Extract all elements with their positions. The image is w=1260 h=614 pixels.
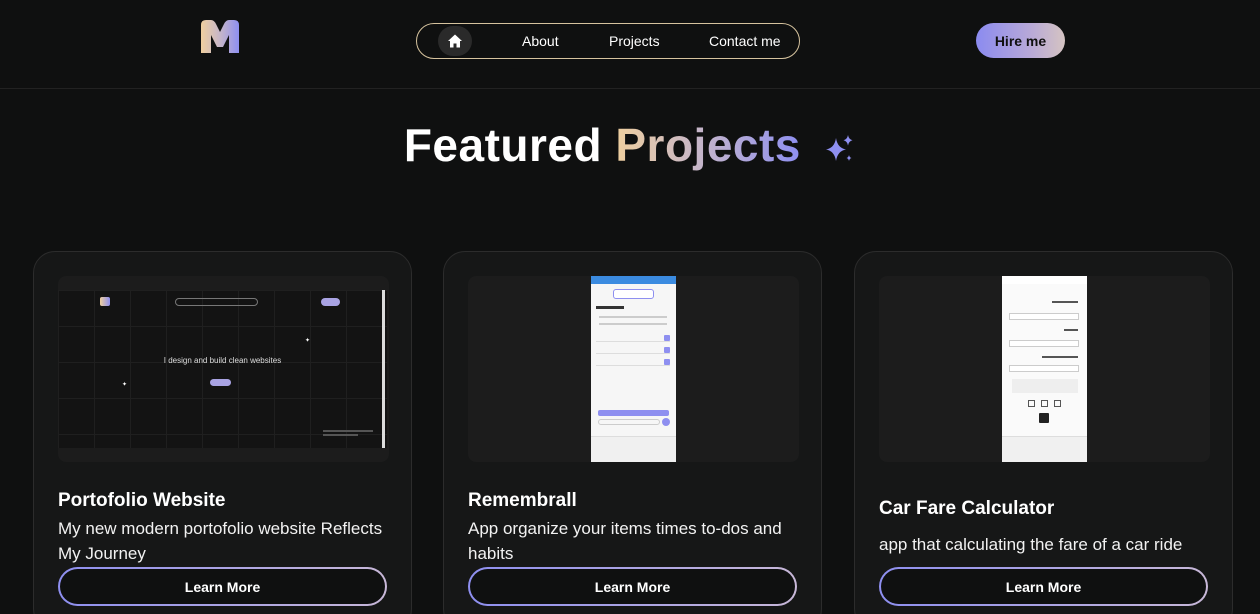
- browser-bar: [1002, 436, 1087, 462]
- learn-more-button[interactable]: Learn More: [468, 567, 797, 606]
- remembrall-phone-preview: [591, 276, 676, 462]
- mini-cta-button: [210, 379, 231, 386]
- section-title-plain: Featured: [403, 119, 603, 171]
- section-title-gradient: Projects: [615, 119, 801, 171]
- main-nav: About Projects Contact me: [416, 23, 800, 59]
- car-fare-phone-preview: [1002, 276, 1087, 462]
- list-item: [596, 334, 670, 342]
- checkbox: [1041, 400, 1048, 407]
- project-card-portfolio: I design and build clean websites ✦ ✦ Po…: [33, 251, 412, 614]
- nav-home-button[interactable]: [438, 26, 472, 56]
- project-description: App organize your items times to-dos and…: [468, 519, 782, 563]
- folks-heading: [596, 306, 624, 309]
- passengers-input: [1009, 365, 1079, 372]
- checkbox: [1054, 400, 1061, 407]
- field-label: [1052, 301, 1078, 303]
- add-item-bar: [598, 410, 669, 416]
- mini-hire-button: [321, 298, 340, 306]
- filter-row: [599, 316, 667, 318]
- nav-link-about[interactable]: About: [522, 24, 559, 58]
- mini-logo-icon: [100, 297, 110, 306]
- project-description: app that calculating the fare of a car r…: [879, 535, 1183, 554]
- learn-more-button[interactable]: Learn More: [879, 567, 1208, 606]
- status-bar: [591, 276, 676, 284]
- section-title: Featured Projects: [0, 118, 1260, 172]
- tab-switch: [613, 289, 654, 299]
- project-title: Remembrall: [468, 490, 577, 511]
- browser-bar: [591, 436, 676, 462]
- portfolio-preview: I design and build clean websites ✦ ✦: [58, 290, 387, 448]
- add-round-button: [662, 418, 670, 426]
- project-title: Car Fare Calculator: [879, 498, 1055, 519]
- star-icon: ✦: [122, 382, 128, 388]
- project-preview-image: [468, 276, 799, 462]
- project-title: Portofolio Website: [58, 490, 226, 511]
- status-bar: [1002, 276, 1087, 284]
- list-item: [596, 358, 670, 366]
- item-input: [598, 419, 660, 425]
- nav-link-projects[interactable]: Projects: [609, 24, 660, 58]
- hire-me-button[interactable]: Hire me: [976, 23, 1065, 58]
- checkbox: [1028, 400, 1035, 407]
- result-row: [1012, 379, 1078, 393]
- home-icon: [448, 34, 462, 48]
- fare-input: [1009, 313, 1079, 320]
- mini-subheading: [58, 368, 387, 372]
- star-icon: ✦: [305, 338, 311, 344]
- mini-heading: I design and build clean websites: [163, 356, 282, 365]
- site-header: About Projects Contact me Hire me: [0, 0, 1260, 89]
- checked-box: [1039, 413, 1049, 423]
- mini-nav: [175, 298, 258, 306]
- learn-more-button[interactable]: Learn More: [58, 567, 387, 606]
- sparkles-icon: [826, 134, 853, 161]
- project-preview-image: I design and build clean websites ✦ ✦: [58, 276, 389, 462]
- project-card-car-fare: Car Fare Calculator app that calculating…: [854, 251, 1233, 614]
- project-preview-image: [879, 276, 1210, 462]
- project-description: My new modern portofolio website Reflect…: [58, 519, 383, 563]
- m-logo-icon[interactable]: [199, 19, 241, 55]
- list-item: [596, 346, 670, 354]
- mini-scrollbar: [382, 290, 385, 448]
- field-label: [1064, 329, 1078, 331]
- mini-footer: [323, 430, 373, 440]
- field-label: [1042, 356, 1078, 358]
- class-select: [1009, 340, 1079, 347]
- project-card-remembrall: Remembrall App organize your items times…: [443, 251, 822, 614]
- filter-row: [599, 323, 667, 325]
- nav-link-contact[interactable]: Contact me: [709, 24, 781, 58]
